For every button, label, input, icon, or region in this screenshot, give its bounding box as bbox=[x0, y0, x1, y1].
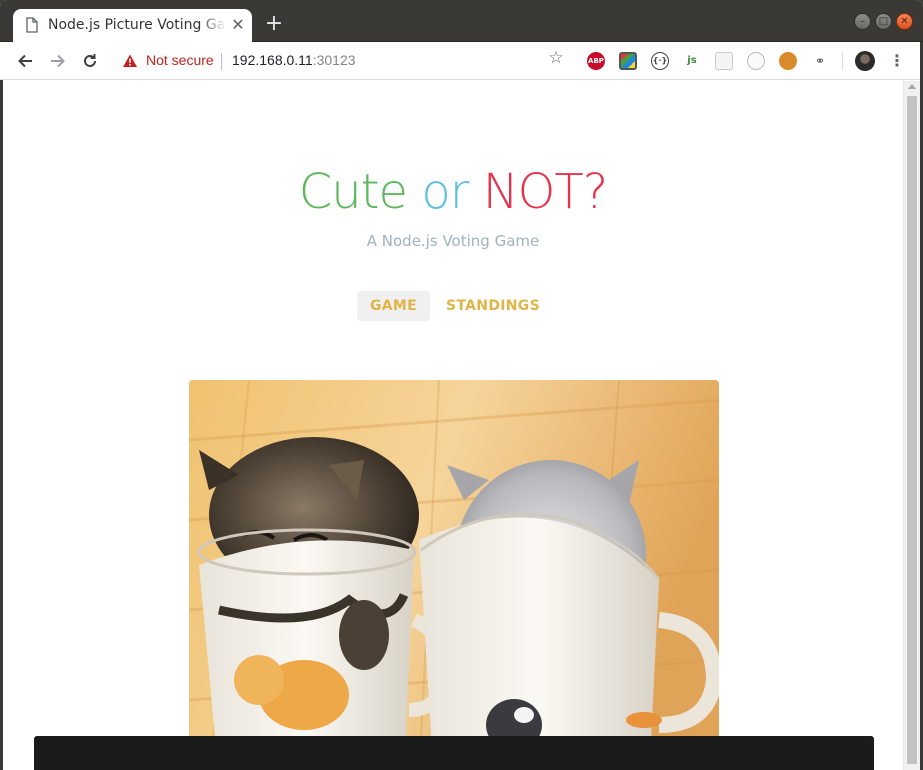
url-host: 192.168.0.11 bbox=[232, 52, 313, 68]
page-viewport: Cute or NOT? A Node.js Voting Game GAME … bbox=[3, 81, 903, 770]
page-subtitle: A Node.js Voting Game bbox=[366, 232, 540, 250]
scroll-up-arrow-icon[interactable] bbox=[908, 84, 916, 89]
title-word-not: NOT? bbox=[482, 164, 608, 220]
scroll-thumb[interactable] bbox=[907, 96, 917, 764]
warning-icon[interactable] bbox=[122, 53, 138, 69]
title-word-cute: Cute bbox=[298, 164, 408, 220]
cookie-icon[interactable] bbox=[779, 52, 797, 70]
maximize-button[interactable]: □ bbox=[875, 13, 892, 30]
title-word-or: or bbox=[421, 164, 469, 220]
reload-button[interactable] bbox=[78, 49, 102, 73]
nav-game[interactable]: GAME bbox=[357, 291, 430, 321]
toolbar-divider bbox=[842, 52, 843, 70]
page-scrollbar[interactable] bbox=[903, 81, 920, 770]
new-tab-button[interactable]: + bbox=[262, 12, 286, 36]
tab-strip: Node.js Picture Voting Game ✕ + – □ ✕ bbox=[0, 0, 923, 43]
url-port: :30123 bbox=[312, 52, 356, 68]
browser-window: Node.js Picture Voting Game ✕ + – □ ✕ No… bbox=[0, 0, 923, 770]
active-tab[interactable]: Node.js Picture Voting Game ✕ bbox=[13, 9, 252, 43]
color-picker-icon[interactable] bbox=[619, 52, 637, 70]
page-title: Cute or NOT? bbox=[3, 164, 903, 220]
main-nav: GAME STANDINGS bbox=[3, 291, 903, 321]
window-controls: – □ ✕ bbox=[854, 13, 913, 31]
nav-standings[interactable]: STANDINGS bbox=[443, 291, 543, 321]
close-window-button[interactable]: ✕ bbox=[896, 13, 913, 30]
link-extension-icon[interactable]: ⚭ bbox=[811, 52, 829, 70]
tab-title: Node.js Picture Voting Game bbox=[48, 17, 226, 33]
reload-icon bbox=[84, 54, 96, 67]
json-viewer-icon[interactable]: {·} bbox=[651, 52, 669, 70]
omnibox-divider bbox=[221, 53, 222, 70]
forward-button[interactable] bbox=[46, 49, 70, 73]
minimize-button[interactable]: – bbox=[854, 13, 871, 30]
address-bar[interactable]: Not secure 192.168.0.11:30123 bbox=[112, 47, 582, 75]
menu-kebab-icon[interactable]: ⋮ bbox=[889, 50, 905, 72]
profile-avatar[interactable] bbox=[855, 51, 875, 71]
page-icon bbox=[26, 17, 38, 33]
vote-picture[interactable] bbox=[189, 380, 719, 770]
tab-close-icon[interactable]: ✕ bbox=[229, 16, 247, 34]
back-button[interactable] bbox=[13, 49, 37, 73]
url-text[interactable]: 192.168.0.11:30123 bbox=[232, 52, 356, 68]
adblock-plus-icon[interactable]: ABP bbox=[587, 52, 605, 70]
bookmark-star-icon[interactable]: ☆ bbox=[547, 49, 565, 67]
security-status[interactable]: Not secure bbox=[146, 52, 214, 68]
nodejs-icon[interactable]: js bbox=[683, 52, 701, 70]
kittens-in-mugs-image bbox=[189, 380, 719, 770]
forward-arrow-icon bbox=[51, 54, 65, 68]
circle-extension-icon[interactable] bbox=[747, 52, 765, 70]
grid-extension-icon[interactable] bbox=[715, 52, 733, 70]
bottom-overlay-bar bbox=[34, 736, 874, 770]
back-arrow-icon bbox=[18, 54, 32, 68]
